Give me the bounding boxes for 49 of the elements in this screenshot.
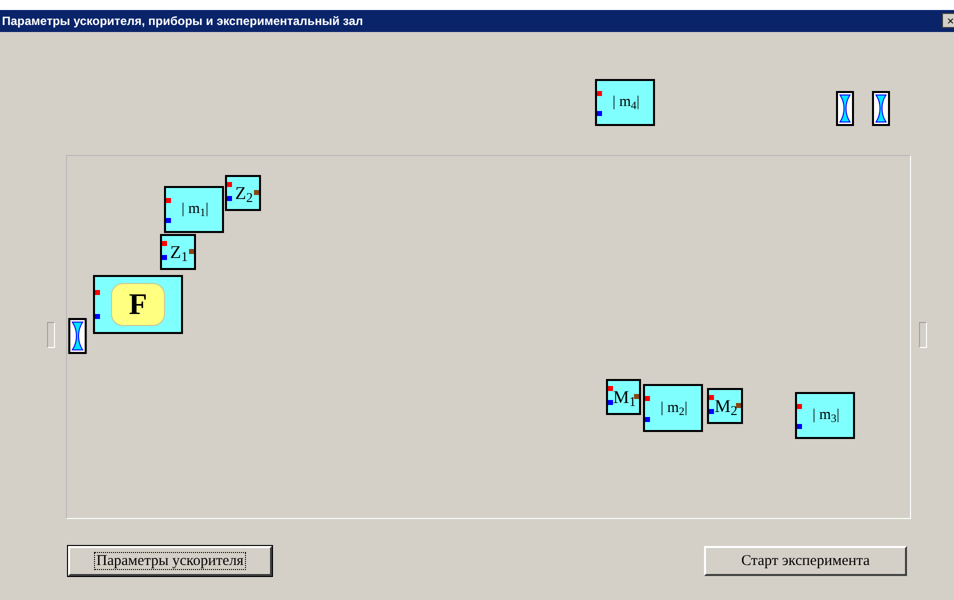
handle-icon[interactable]	[47, 322, 55, 348]
port-marker	[645, 417, 650, 422]
port-marker	[634, 394, 639, 399]
port-marker	[227, 182, 232, 187]
block-label: | m$_{2}$|	[659, 398, 688, 420]
block-label: Z$_{2}$	[234, 182, 253, 206]
port-marker	[254, 190, 259, 195]
block-label: M$_{2}$	[714, 394, 738, 420]
port-marker	[608, 400, 613, 405]
port-marker	[162, 255, 167, 260]
lens-icon[interactable]	[836, 91, 854, 126]
port-marker	[608, 386, 613, 391]
port-marker	[189, 249, 194, 254]
port-marker	[709, 409, 714, 414]
action-button[interactable]: Параметры ускорителя	[68, 546, 272, 576]
detector-block[interactable]: | m$_{3}$|	[795, 392, 855, 439]
detector-block[interactable]: | m$_{2}$|	[643, 384, 703, 432]
port-marker	[797, 404, 802, 409]
port-marker	[709, 395, 714, 400]
port-marker	[162, 241, 167, 246]
handle-icon[interactable]	[919, 322, 927, 348]
window-title: Параметры ускорителя, приборы и экспериментальный зал	[1, 13, 364, 30]
function-label: F	[111, 283, 165, 326]
element-block[interactable]: M$_{1}$	[606, 379, 641, 415]
port-marker	[797, 424, 802, 429]
port-marker	[166, 198, 171, 203]
port-marker	[597, 111, 602, 116]
detector-block[interactable]: | m$_{1}$|	[164, 186, 224, 233]
port-marker	[166, 218, 171, 223]
port-marker	[645, 396, 650, 401]
block-label: Z$_{1}$	[169, 240, 188, 266]
block-label: M$_{1}$	[612, 386, 636, 410]
port-marker	[227, 196, 232, 201]
close-button[interactable]: ×	[942, 13, 954, 28]
detector-block[interactable]: | m$_{4}$|	[595, 79, 655, 126]
lens-icon[interactable]	[68, 318, 87, 354]
port-marker	[95, 314, 100, 319]
element-block[interactable]: Z$_{2}$	[225, 175, 261, 211]
port-marker	[736, 403, 741, 408]
port-marker	[95, 290, 100, 295]
port-marker	[597, 91, 602, 96]
element-block[interactable]: M$_{2}$	[707, 388, 743, 424]
block-label: | m$_{3}$|	[811, 406, 840, 427]
block-label: | m$_{1}$|	[180, 200, 209, 221]
block-label: | m$_{4}$|	[611, 93, 640, 114]
source-block[interactable]: F	[93, 275, 183, 334]
action-button[interactable]: Старт эксперимента	[704, 546, 907, 576]
element-block[interactable]: Z$_{1}$	[160, 234, 196, 270]
lens-icon[interactable]	[872, 91, 890, 126]
